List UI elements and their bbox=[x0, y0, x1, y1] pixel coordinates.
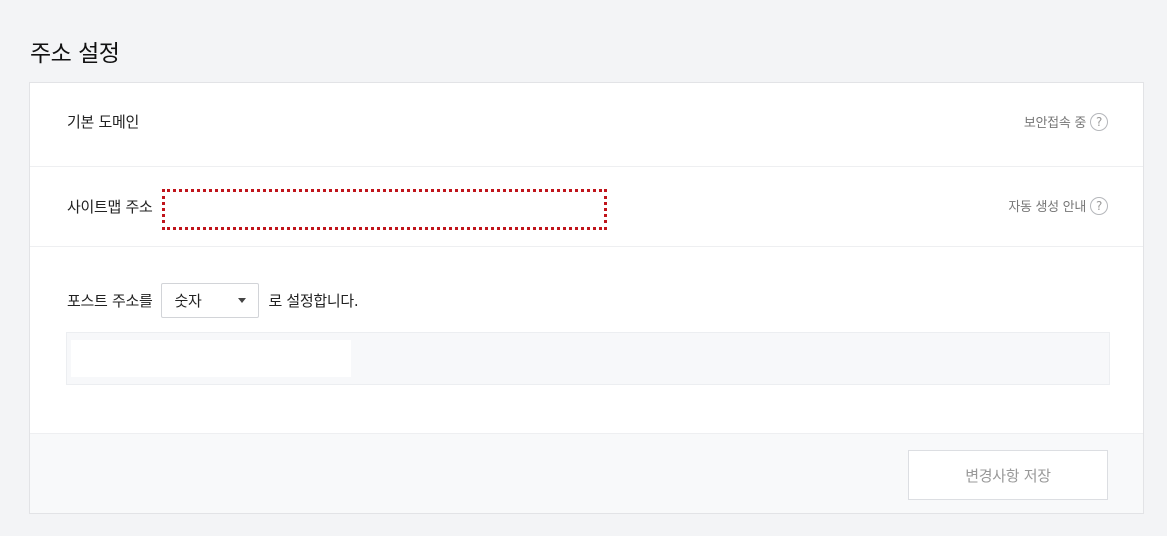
help-icon[interactable]: ? bbox=[1090, 112, 1108, 131]
sitemap-guide-text: 자동 생성 안내 bbox=[1008, 200, 1086, 215]
post-address-preview bbox=[66, 332, 1110, 385]
address-settings-panel: 기본 도메인 보안접속 중 ? 사이트맵 주소 자동 생성 안내 ? 포스트 주… bbox=[29, 82, 1144, 514]
post-address-suffix: 로 설정합니다. bbox=[268, 292, 359, 310]
sitemap-auto-generate-guide: 자동 생성 안내 ? bbox=[1008, 196, 1108, 215]
caret-down-icon bbox=[238, 298, 247, 303]
post-address-preview-url bbox=[71, 340, 351, 377]
sitemap-url-highlight bbox=[162, 189, 607, 230]
post-address-selected-value: 숫자 bbox=[174, 292, 202, 310]
help-icon[interactable]: ? bbox=[1090, 196, 1108, 215]
post-address-row: 포스트 주소를 숫자 로 설정합니다. bbox=[67, 283, 359, 318]
post-address-prefix: 포스트 주소를 bbox=[67, 292, 153, 310]
default-domain-row: 기본 도메인 보안접속 중 ? bbox=[30, 83, 1143, 167]
sitemap-row: 사이트맵 주소 자동 생성 안내 ? bbox=[30, 166, 1143, 247]
settings-footer: 변경사항 저장 bbox=[30, 433, 1143, 513]
page-title: 주소 설정 bbox=[30, 41, 120, 67]
secure-connection-status: 보안접속 중 ? bbox=[1024, 112, 1108, 131]
secure-connection-text: 보안접속 중 bbox=[1023, 116, 1086, 131]
post-address-select[interactable]: 숫자 bbox=[161, 283, 260, 318]
sitemap-label: 사이트맵 주소 bbox=[67, 198, 153, 216]
save-changes-button[interactable]: 변경사항 저장 bbox=[908, 450, 1108, 500]
default-domain-label: 기본 도메인 bbox=[67, 113, 139, 131]
